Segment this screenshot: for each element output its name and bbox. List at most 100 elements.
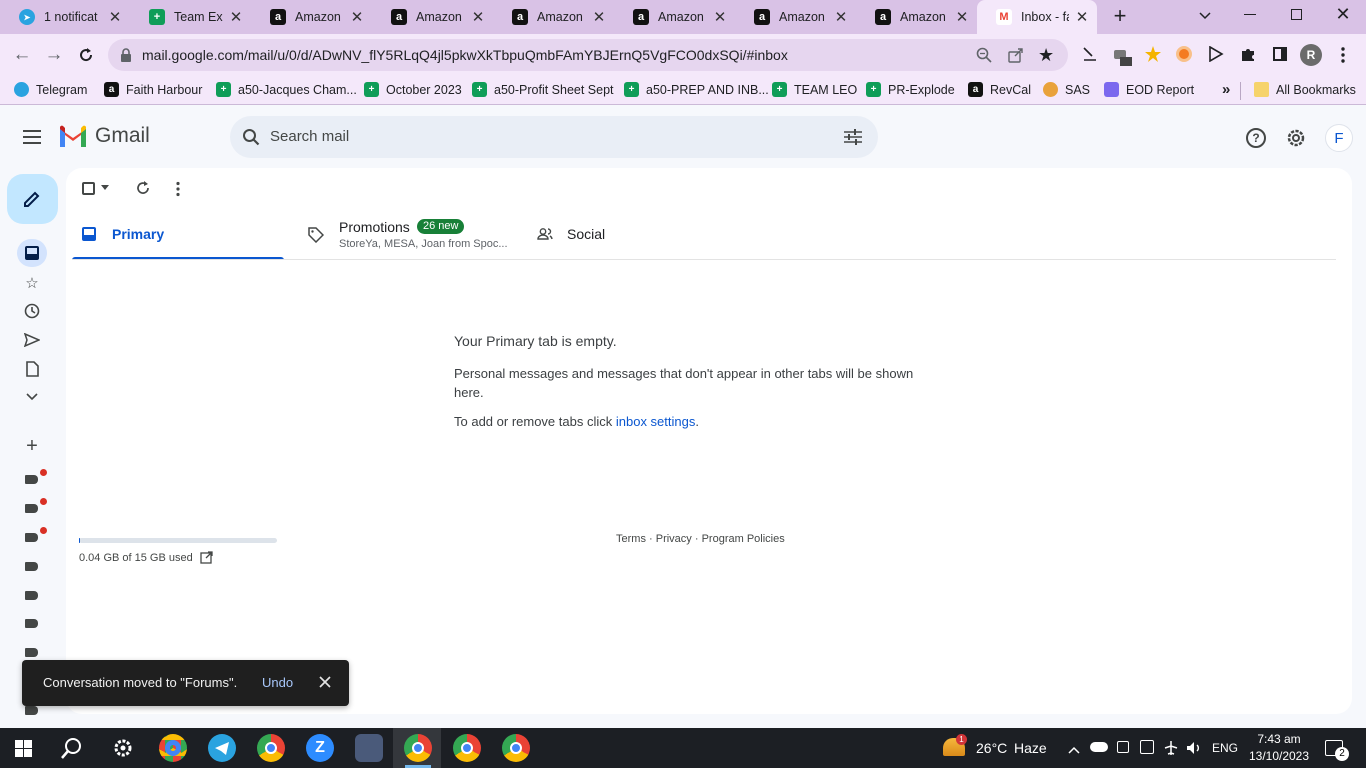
snoozed-clock-icon[interactable] [22, 301, 42, 321]
chrome-profile-r-app-icon[interactable] [404, 734, 432, 762]
browser-tab[interactable]: M Inbox - fa ✕ [977, 0, 1097, 34]
chrome-app-icon[interactable] [257, 734, 285, 762]
drafts-icon[interactable] [22, 359, 42, 379]
chrome-profile-r2-app-icon[interactable] [453, 734, 481, 762]
settings-app-icon[interactable] [112, 737, 134, 759]
undo-button[interactable]: Undo [262, 675, 293, 690]
chrome-profile-c-app-icon[interactable] [502, 734, 530, 762]
browser-tab[interactable]: + Team Expl ✕ [130, 0, 251, 34]
zoom-app-icon[interactable]: Z [306, 734, 334, 762]
weather-widget[interactable]: 1 26°C Haze [943, 734, 1053, 762]
clock[interactable]: 7:43 am 13/10/2023 [1244, 731, 1314, 765]
bookmark-item[interactable]: SAS [1043, 82, 1090, 97]
site-info-icon[interactable] [120, 48, 132, 62]
more-options-icon[interactable] [175, 181, 181, 197]
browser-tab[interactable]: a Amazon ✕ [856, 0, 977, 34]
label-icon[interactable] [25, 591, 38, 600]
program-policies-link[interactable]: Program Policies [702, 533, 785, 545]
ime-icon[interactable] [1140, 740, 1154, 754]
bookmark-item[interactable]: + October 2023 [364, 82, 462, 97]
back-icon[interactable]: ← [9, 42, 35, 68]
compose-button[interactable] [7, 174, 58, 224]
close-tab-icon[interactable]: ✕ [592, 8, 606, 26]
label-icon[interactable] [25, 533, 38, 542]
chrome-profile-app-icon[interactable] [159, 734, 187, 762]
browser-tab[interactable]: a Amazon ✕ [614, 0, 735, 34]
browser-tab[interactable]: a Amazon ✕ [372, 0, 493, 34]
airplane-mode-icon[interactable] [1163, 740, 1179, 756]
label-icon[interactable] [25, 619, 38, 628]
browser-tab[interactable]: a Amazon ✕ [735, 0, 856, 34]
close-tab-icon[interactable]: ✕ [229, 8, 243, 26]
close-tab-icon[interactable]: ✕ [955, 8, 969, 26]
bookmark-item[interactable]: EOD Report [1104, 82, 1194, 97]
bookmark-item[interactable]: a RevCal [968, 82, 1031, 97]
label-icon[interactable] [25, 562, 38, 571]
snackbar-close-icon[interactable] [319, 676, 331, 688]
select-menu-caret-icon[interactable] [101, 185, 109, 190]
reload-icon[interactable] [73, 42, 99, 68]
new-tab-button[interactable]: + [1108, 5, 1132, 29]
close-window-button[interactable]: ✕ [1334, 4, 1352, 26]
extension-boost-icon[interactable] [1144, 45, 1162, 63]
forward-icon[interactable]: → [41, 42, 67, 68]
zoom-icon[interactable] [976, 47, 992, 63]
tab-primary[interactable]: Primary [72, 208, 284, 260]
terms-link[interactable]: Terms [616, 533, 646, 545]
close-tab-icon[interactable]: ✕ [108, 8, 122, 26]
sent-icon[interactable] [22, 330, 42, 350]
snipping-tool-app-icon[interactable] [355, 734, 383, 762]
create-label-plus-icon[interactable]: + [22, 435, 42, 457]
label-icon[interactable] [25, 475, 38, 484]
extension-keepa-icon[interactable] [1176, 46, 1192, 62]
close-tab-icon[interactable]: ✕ [713, 8, 727, 26]
share-icon[interactable] [1008, 47, 1024, 63]
onedrive-cloud-icon[interactable] [1090, 742, 1108, 752]
restore-window-button[interactable] [1291, 9, 1302, 20]
tab-search-icon[interactable] [1196, 6, 1214, 24]
bookmark-item[interactable]: + a50-Jacques Cham... [216, 82, 357, 97]
telegram-app-icon[interactable] [208, 734, 236, 762]
starred-icon[interactable]: ☆ [22, 273, 42, 293]
tab-social[interactable]: Social [532, 208, 702, 260]
show-hidden-icons-chevron-up-icon[interactable] [1068, 742, 1080, 754]
close-tab-icon[interactable]: ✕ [834, 8, 848, 26]
browser-tab[interactable]: a Amazon ✕ [493, 0, 614, 34]
search-icon[interactable] [242, 128, 260, 146]
bookmark-star-icon[interactable]: ★ [1038, 45, 1054, 66]
label-icon[interactable] [25, 706, 38, 715]
extension-cursor-icon[interactable] [1208, 45, 1224, 63]
browser-menu-icon[interactable] [1340, 46, 1346, 64]
main-menu-icon[interactable] [23, 130, 41, 144]
bookmark-item[interactable]: + a50-PREP AND INB... [624, 82, 769, 97]
language-indicator[interactable]: ENG [1212, 741, 1238, 755]
extensions-puzzle-icon[interactable] [1240, 46, 1256, 62]
all-bookmarks-button[interactable]: All Bookmarks [1254, 82, 1356, 97]
bookmark-item[interactable]: + TEAM LEO [772, 82, 857, 97]
side-panel-icon[interactable] [1273, 47, 1287, 61]
open-storage-icon[interactable] [200, 551, 213, 564]
extension-off-icon[interactable] [1112, 46, 1132, 66]
search-bar[interactable]: Search mail [230, 116, 878, 158]
tab-promotions[interactable]: Promotions 26 new StoreYa, MESA, Joan fr… [300, 208, 532, 260]
taskbar-search-icon[interactable] [61, 737, 83, 759]
search-options-icon[interactable] [844, 129, 862, 145]
help-icon[interactable]: ? [1246, 128, 1266, 148]
close-tab-icon[interactable]: ✕ [350, 8, 364, 26]
profile-avatar[interactable]: R [1300, 44, 1322, 66]
windows-start-icon[interactable] [15, 740, 32, 757]
more-chevron-down-icon[interactable] [22, 387, 42, 407]
meet-camera-icon[interactable] [1117, 741, 1129, 753]
privacy-link[interactable]: Privacy [656, 533, 692, 545]
close-tab-icon[interactable]: ✕ [471, 8, 485, 26]
inbox-nav-item[interactable] [17, 239, 47, 267]
volume-icon[interactable] [1186, 740, 1202, 756]
bookmark-item[interactable]: + PR-Explode [866, 82, 955, 97]
browser-tab[interactable]: ➤ 1 notificat ✕ [0, 0, 130, 34]
address-bar[interactable]: mail.google.com/mail/u/0/d/ADwNV_flY5RLq… [108, 39, 1068, 71]
label-icon[interactable] [25, 504, 38, 513]
close-tab-icon[interactable]: ✕ [1075, 8, 1089, 26]
settings-gear-icon[interactable] [1285, 127, 1307, 149]
select-all-checkbox[interactable] [82, 182, 95, 195]
gmail-logo[interactable]: Gmail [58, 124, 150, 148]
